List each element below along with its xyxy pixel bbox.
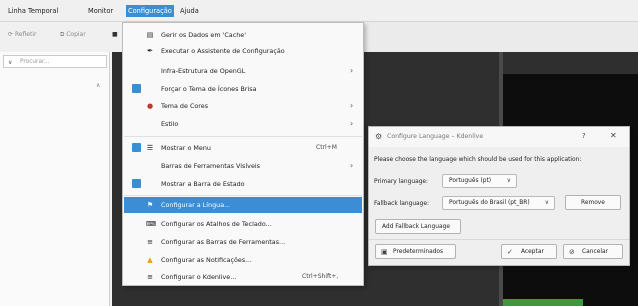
menu-item-wizard[interactable]: ✒ Executar o Assistente de Configuração	[124, 43, 362, 59]
menu-configuracao[interactable]: Configuração	[126, 5, 174, 17]
menu-ajuda[interactable]: Ajuda	[178, 5, 201, 17]
chevron-down-icon[interactable]: ∨	[8, 59, 12, 66]
more-icon[interactable]: ■	[112, 31, 118, 38]
defaults-label: Predeterminados	[393, 249, 444, 255]
menu-item-configure-toolbars[interactable]: ≡ Configurar as Barras de Ferramentas...	[124, 234, 362, 250]
menu-item-label: Configurar o Kdenlive...	[161, 273, 237, 281]
checkbox-icon[interactable]	[132, 143, 141, 152]
chevron-right-icon: ›	[350, 66, 354, 75]
search-input[interactable]: Procurar...	[20, 59, 49, 65]
menu-item-label: Infra-Estrutura de OpenGL	[161, 67, 246, 75]
cancel-label: Cancelar	[582, 249, 608, 255]
dialog-prompt: Please choose the language which should …	[374, 157, 582, 163]
menu-icon: ☰	[146, 144, 154, 152]
search-box[interactable]: ∨ Procurar...	[3, 55, 107, 68]
menu-item-label: Mostrar a Barra de Estado	[161, 180, 245, 188]
accept-button[interactable]: ✓ Aceptar	[501, 244, 557, 259]
configure-language-dialog: ⚙ Configure Language – Kdenlive ? ✕ Plea…	[368, 126, 630, 266]
primary-language-value: Português (pt)	[449, 178, 492, 184]
menu-item-shortcuts[interactable]: ⌨ Configurar os Atalhos de Teclado...	[124, 216, 362, 232]
menu-item-cache[interactable]: ▤ Gerir os Dados em 'Cache'	[124, 27, 362, 43]
copy-label: Copiar	[66, 31, 86, 38]
refresh-label: Refletir	[14, 31, 37, 38]
menu-item-language[interactable]: ⚑ Configurar a Língua...	[124, 197, 362, 213]
monitor-toolbar-area	[360, 22, 638, 52]
cancel-button[interactable]: ⊘ Cancelar	[563, 244, 623, 259]
check-icon: ✓	[507, 248, 513, 256]
checkbox-icon[interactable]	[132, 84, 141, 93]
wand-icon: ✒	[147, 47, 153, 55]
menu-item-statusbar[interactable]: Mostrar a Barra de Estado	[124, 176, 362, 192]
menu-item-label: Configurar a Língua...	[161, 201, 231, 209]
menu-item-label: Forçar o Tema de Ícones Brisa	[161, 85, 257, 93]
menu-item-label: Gerir os Dados em 'Cache'	[161, 31, 246, 39]
shortcut-label: Ctrl+Shift+,	[302, 273, 339, 280]
flag-icon: ⚑	[146, 201, 154, 209]
chevron-down-icon: ∨	[544, 199, 549, 206]
accept-label: Aceptar	[521, 249, 544, 255]
remove-label: Remove	[581, 200, 605, 206]
menu-item-color-theme[interactable]: ● Tema de Cores ›	[124, 98, 362, 114]
menu-item-label: Configurar as Barras de Ferramentas...	[161, 238, 286, 246]
chevron-up-icon[interactable]: ∧	[96, 82, 100, 89]
menu-linha-temporal[interactable]: Linha Temporal	[6, 5, 60, 17]
menu-monitor[interactable]: Monitor	[86, 5, 115, 17]
menu-item-label: Configurar as Notificações...	[161, 256, 252, 264]
chevron-right-icon: ›	[350, 101, 354, 110]
bell-icon: ▲	[147, 256, 153, 264]
menu-divider	[124, 195, 362, 196]
dialog-titlebar[interactable]: ⚙ Configure Language – Kdenlive ? ✕	[369, 127, 629, 147]
menu-item-label: Estilo	[161, 120, 179, 128]
keyboard-icon: ⌨	[146, 220, 157, 228]
close-icon[interactable]: ✕	[610, 131, 617, 140]
menu-item-label: Executar o Assistente de Configuração	[161, 47, 285, 55]
dialog-title: Configure Language – Kdenlive	[387, 133, 484, 140]
cancel-icon: ⊘	[569, 248, 575, 256]
shortcut-label: Ctrl+M	[316, 144, 337, 151]
menu-item-label: Barras de Ferramentas Visíveis	[161, 162, 260, 170]
menu-item-notifications[interactable]: ▲ Configurar as Notificações...	[124, 252, 362, 268]
menu-item-style[interactable]: Estilo ›	[124, 116, 362, 132]
database-icon: ▤	[146, 31, 154, 39]
add-fallback-language-button[interactable]: Add Fallback Language	[375, 219, 461, 234]
menu-item-label: Tema de Cores	[161, 102, 209, 110]
clip-bar[interactable]	[503, 299, 583, 306]
document-icon: ▣	[381, 248, 388, 256]
toolbar: ⟳ Refletir ⧉ Copiar ■	[0, 22, 120, 52]
config-menu: ▤ Gerir os Dados em 'Cache' ✒ Executar o…	[122, 22, 364, 286]
project-bin-panel: ∨ Procurar... ∧	[0, 52, 110, 306]
chevron-right-icon: ›	[350, 119, 354, 128]
copy-button[interactable]: ⧉ Copiar	[60, 31, 86, 39]
fallback-language-select[interactable]: Português do Brasil (pt_BR) ∨	[442, 196, 555, 210]
checkbox-icon[interactable]	[132, 179, 141, 188]
menu-item-toolbars[interactable]: Barras de Ferramentas Visíveis ›	[124, 158, 362, 174]
defaults-button[interactable]: ▣ Predeterminados	[375, 244, 456, 259]
menu-divider	[124, 136, 362, 137]
add-fallback-label: Add Fallback Language	[382, 224, 450, 230]
menu-item-opengl[interactable]: Infra-Estrutura de OpenGL ›	[124, 63, 362, 79]
help-icon[interactable]: ?	[582, 132, 586, 140]
menu-item-label: Configurar os Atalhos de Teclado...	[161, 220, 272, 228]
fallback-language-label: Fallback language:	[374, 201, 430, 207]
chevron-down-icon: ∨	[506, 177, 511, 184]
refresh-button[interactable]: ⟳ Refletir	[8, 31, 37, 38]
settings-icon: ≡	[147, 273, 153, 281]
fallback-language-value: Português do Brasil (pt_BR)	[449, 200, 530, 206]
toolbars-icon: ≡	[147, 238, 153, 246]
menu-item-breeze-icons[interactable]: Forçar o Tema de Ícones Brisa	[124, 81, 362, 97]
primary-language-select[interactable]: Português (pt) ∨	[442, 174, 517, 188]
dialog-separator	[369, 239, 629, 240]
kdenlive-icon: ⚙	[375, 132, 383, 141]
primary-language-label: Primary language:	[374, 179, 429, 185]
menu-item-show-menu[interactable]: ☰ Mostrar o Menu Ctrl+M	[124, 140, 362, 156]
menu-item-configure-kdenlive[interactable]: ≡ Configurar o Kdenlive... Ctrl+Shift+,	[124, 269, 362, 285]
chevron-right-icon: ›	[350, 161, 354, 170]
menubar: Linha Temporal Monitor Configuração Ajud…	[0, 0, 638, 22]
palette-icon: ●	[146, 102, 154, 110]
menu-item-label: Mostrar o Menu	[161, 144, 211, 152]
remove-button[interactable]: Remove	[565, 195, 621, 210]
